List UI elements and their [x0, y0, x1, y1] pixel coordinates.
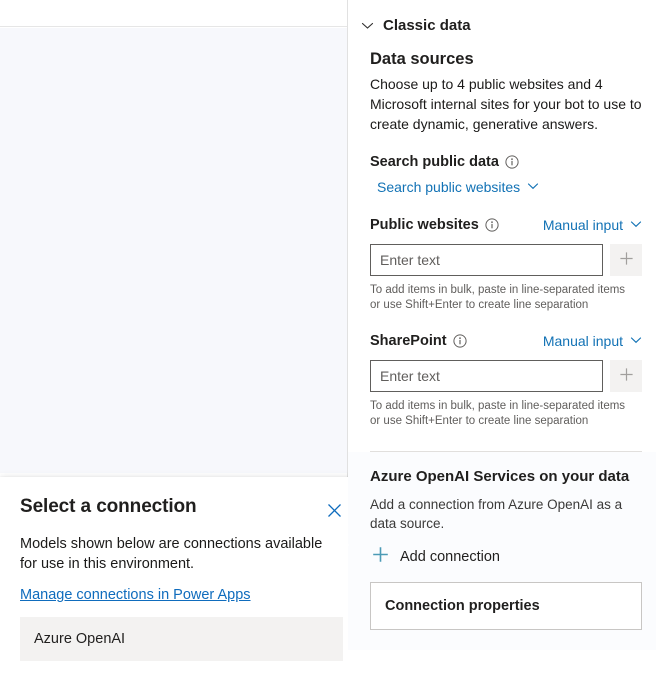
manage-connections-link[interactable]: Manage connections in Power Apps [20, 587, 251, 603]
app-root: Select a connection Models shown below a… [0, 0, 656, 680]
chevron-down-icon [630, 333, 642, 349]
sharepoint-input[interactable] [370, 360, 603, 392]
public-websites-hint: To add items in bulk, paste in line-sepa… [370, 284, 626, 311]
data-sources-description: Choose up to 4 public websites and 4 Mic… [370, 76, 642, 132]
callout-pointer-icon [348, 528, 349, 562]
connection-list: Azure OpenAI [20, 617, 343, 661]
info-icon[interactable] [452, 334, 467, 348]
search-public-data-label: Search public data [370, 154, 499, 170]
plus-icon [619, 367, 634, 385]
close-icon[interactable] [321, 497, 347, 523]
section-header-label: Classic data [383, 17, 471, 34]
dialog-title: Select a connection [20, 496, 197, 517]
sharepoint-hint: To add items in bulk, paste in line-sepa… [370, 400, 626, 427]
public-websites-input-row [370, 244, 642, 276]
sharepoint-mode-dropdown[interactable]: Manual input [543, 333, 642, 349]
chevron-down-icon [361, 19, 374, 32]
list-item[interactable]: Azure OpenAI [20, 617, 343, 661]
chevron-down-icon [527, 179, 539, 195]
sharepoint-label: SharePoint [370, 333, 447, 349]
right-pane-body: Data sources Choose up to 4 public websi… [348, 50, 656, 452]
left-pane-toolbar [0, 0, 347, 27]
add-connection-button[interactable]: Add connection [372, 546, 500, 568]
sharepoint-row: SharePoint Manual input [370, 333, 642, 349]
select-connection-dialog: Select a connection Models shown below a… [0, 477, 365, 680]
public-websites-mode-dropdown[interactable]: Manual input [543, 217, 642, 233]
public-websites-add-button[interactable] [610, 244, 642, 276]
azure-openai-title: Azure OpenAI Services on your data [370, 468, 630, 485]
search-public-data-label-group: Search public data [370, 154, 519, 170]
search-public-websites-dropdown[interactable]: Search public websites [377, 179, 539, 195]
public-websites-mode-label: Manual input [542, 217, 623, 233]
public-websites-label-group: Public websites [370, 217, 499, 233]
connection-item-label: Azure OpenAI [34, 631, 126, 647]
info-icon[interactable] [485, 218, 499, 232]
azure-openai-description: Add a connection from Azure OpenAI as a … [370, 497, 623, 531]
public-websites-row: Public websites Manual input [370, 217, 642, 233]
connection-properties-box[interactable]: Connection properties [370, 582, 642, 630]
sharepoint-mode-label: Manual input [542, 333, 623, 349]
search-public-data-row: Search public data [370, 154, 642, 170]
chevron-down-icon [630, 217, 642, 233]
dialog-description: Models shown below are connections avail… [20, 536, 323, 572]
page-title: Data sources [370, 50, 474, 68]
plus-icon [619, 251, 634, 269]
azure-openai-section: Azure OpenAI Services on your data Add a… [348, 452, 656, 650]
left-pane-canvas [0, 28, 347, 473]
connection-properties-label: Connection properties [385, 598, 540, 614]
public-websites-label: Public websites [370, 217, 479, 233]
info-icon[interactable] [505, 155, 519, 169]
sharepoint-add-button[interactable] [610, 360, 642, 392]
add-connection-label: Add connection [400, 549, 500, 565]
section-header-classic-data[interactable]: Classic data [348, 0, 656, 34]
public-websites-input[interactable] [370, 244, 603, 276]
dialog-header: Select a connection [20, 495, 343, 523]
sharepoint-label-group: SharePoint [370, 333, 467, 349]
search-public-websites-label: Search public websites [377, 179, 521, 195]
sharepoint-input-row [370, 360, 642, 392]
right-pane: Classic data Data sources Choose up to 4… [348, 0, 656, 680]
plus-icon [372, 546, 389, 568]
